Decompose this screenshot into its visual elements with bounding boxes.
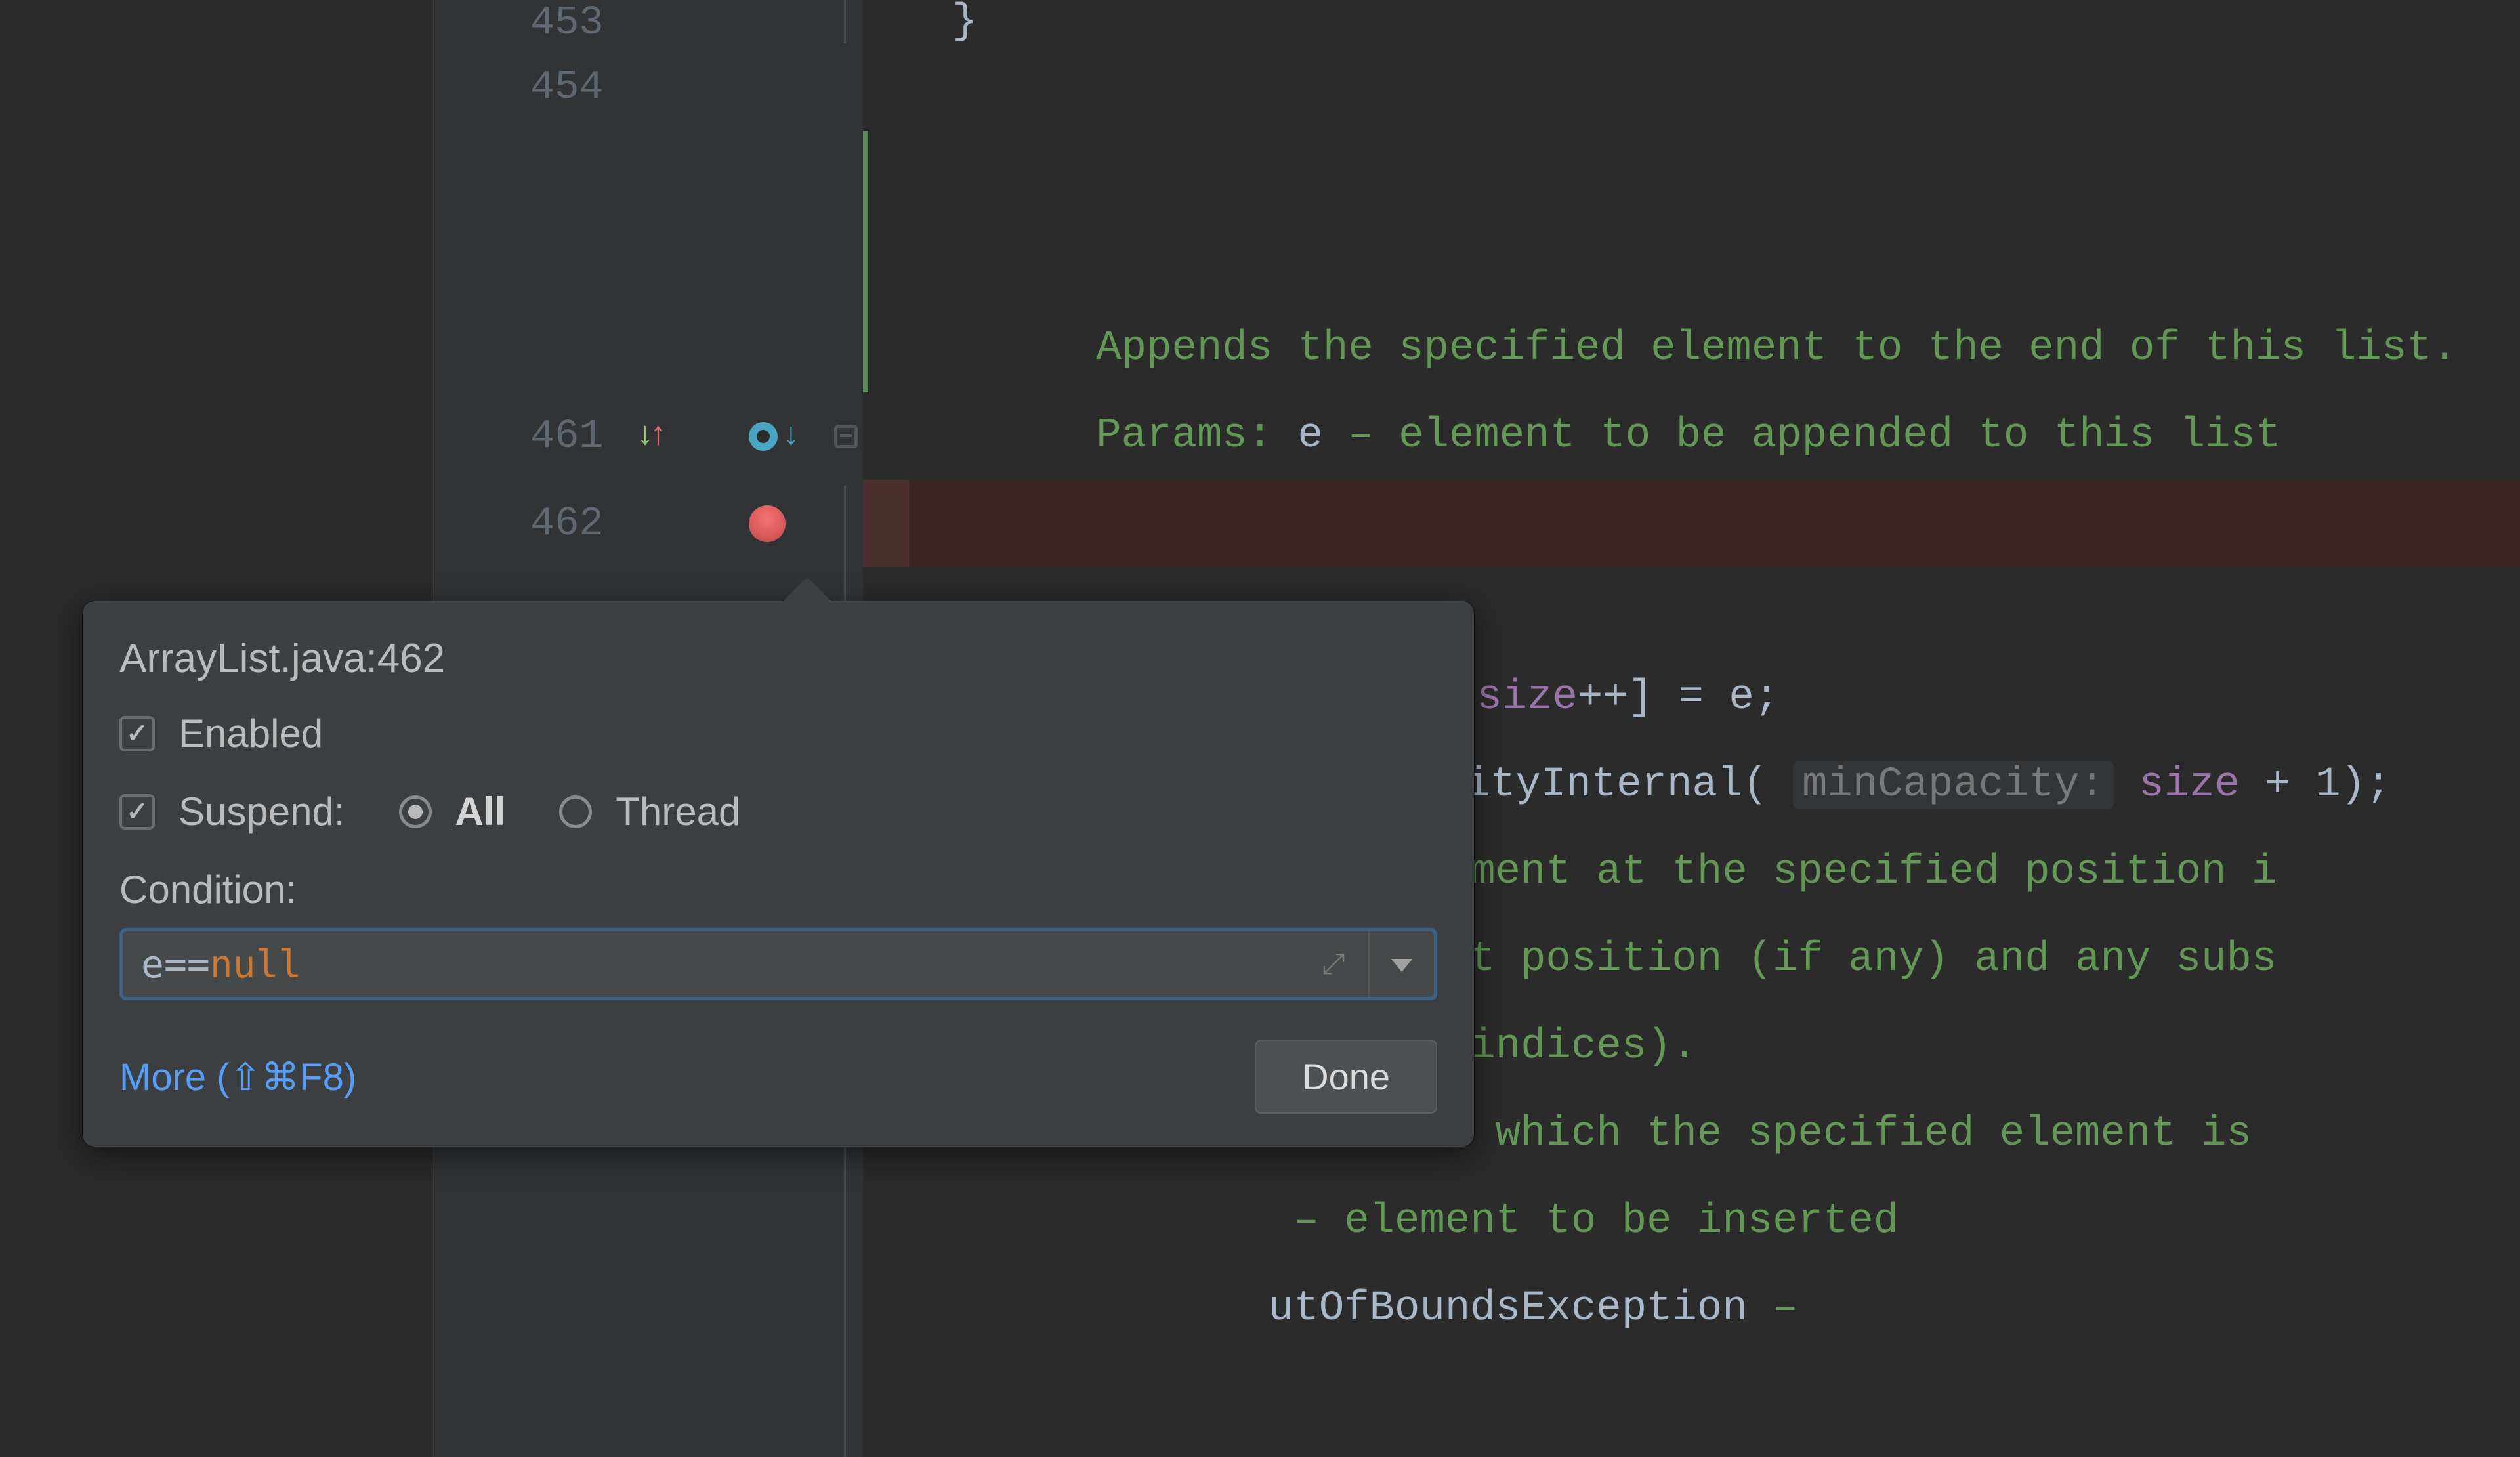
breakpoint-line-accent: [863, 480, 909, 567]
suspend-thread-radio[interactable]: [559, 795, 592, 828]
doc-gutter-bar: [863, 218, 868, 305]
suspend-label: Suspend:: [178, 789, 345, 834]
gutter-row: [433, 218, 863, 305]
more-link[interactable]: More (⇧⌘F8): [119, 1055, 356, 1099]
history-dropdown-icon[interactable]: [1368, 931, 1434, 997]
gutter-row: 461 ↓↑ ↓: [433, 392, 863, 480]
gutter-row: [433, 305, 863, 392]
done-button[interactable]: Done: [1255, 1040, 1437, 1114]
enabled-row: Enabled: [119, 711, 1437, 756]
doc-text: –: [1748, 1285, 1798, 1332]
doc-gutter-bar: [863, 131, 868, 218]
enabled-checkbox[interactable]: [119, 716, 155, 751]
condition-label: Condition:: [119, 867, 1437, 912]
implemented-icon[interactable]: ↓: [749, 392, 801, 480]
suspend-row: Suspend: All Thread: [119, 789, 1437, 834]
popup-title: ArrayList.java:462: [119, 635, 1437, 682]
cond-token: null: [210, 942, 302, 986]
doc-text: – element to be inserted: [894, 1198, 1899, 1245]
popup-footer: More (⇧⌘F8) Done: [119, 1040, 1437, 1114]
token: }: [894, 0, 977, 45]
expand-icon[interactable]: ⤢: [1296, 931, 1368, 997]
gutter-row: 453: [433, 0, 863, 43]
line-number: 454: [530, 43, 604, 131]
doc-link[interactable]: utOfBoundsException: [1269, 1285, 1748, 1332]
line-number: 453: [530, 3, 604, 43]
code-line-doc[interactable]: utOfBoundsException –: [863, 1265, 2520, 1353]
condition-field[interactable]: e == null ⤢: [119, 928, 1437, 1000]
code-line[interactable]: }: [863, 0, 2520, 43]
code-line[interactable]: [863, 43, 2520, 131]
code-line-doc[interactable]: Params: e – element to be appended to th…: [863, 218, 2520, 305]
code-line[interactable]: public boolean add(E e) {: [863, 392, 2520, 480]
breakpoint-popup: ArrayList.java:462 Enabled Suspend: All …: [83, 601, 1474, 1147]
code-line-doc[interactable]: – element to be inserted: [863, 1178, 2520, 1265]
cond-token: ==: [164, 942, 210, 986]
cond-token: e: [141, 942, 164, 986]
gutter-row: 454: [433, 43, 863, 131]
code-line-breakpoint[interactable]: ensureCapacityInternal( minCapacity: siz…: [863, 480, 2520, 567]
enabled-label: Enabled: [178, 711, 323, 756]
code-line-doc[interactable]: Returns: true (as specified by Collectio…: [863, 305, 2520, 392]
condition-input[interactable]: e == null: [123, 931, 1296, 997]
suspend-thread-label: Thread: [616, 789, 740, 834]
fold-handle-icon[interactable]: [834, 392, 858, 480]
gutter-row: 462: [433, 480, 863, 567]
breakpoint-icon[interactable]: [749, 480, 786, 567]
breakpoint-line-bg: [863, 480, 2520, 567]
line-number: 461: [530, 392, 604, 480]
suspend-all-radio[interactable]: [399, 795, 432, 828]
suspend-checkbox[interactable]: [119, 794, 155, 830]
gutter-row: [433, 131, 863, 218]
gutter-row: [433, 1178, 863, 1265]
line-number: 462: [530, 480, 604, 567]
doc-gutter-bar: [863, 305, 868, 392]
override-icon[interactable]: ↓↑: [635, 392, 662, 480]
gutter-row: [433, 1265, 863, 1353]
code-line-doc[interactable]: Appends the specified element to the end…: [863, 131, 2520, 218]
suspend-all-label: All: [455, 789, 506, 834]
